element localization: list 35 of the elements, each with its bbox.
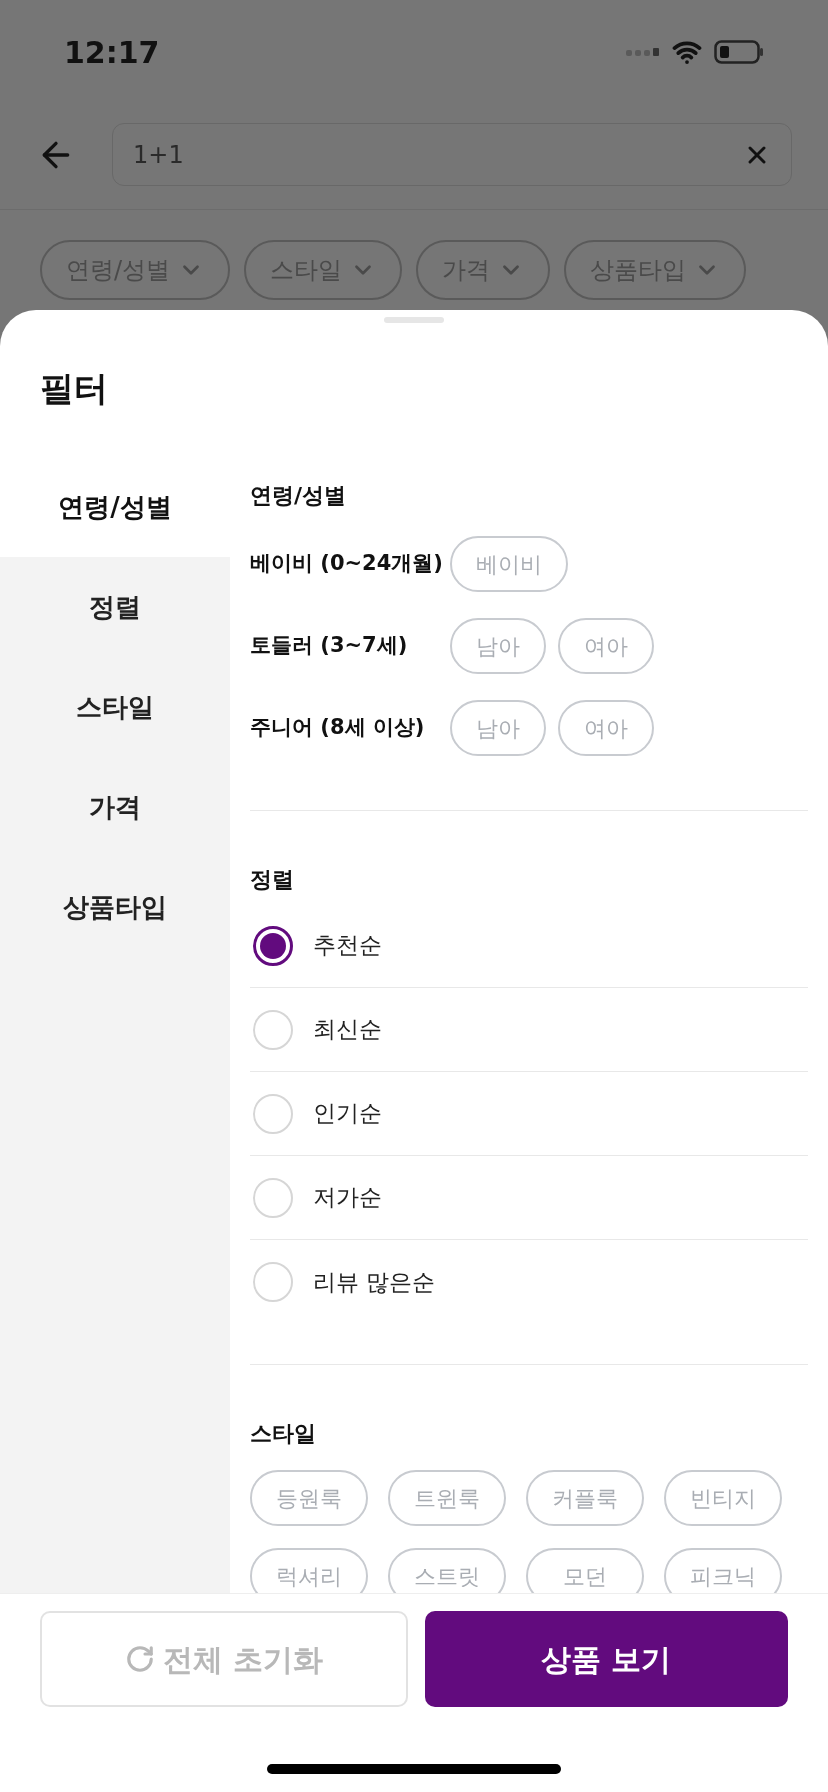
radio-button[interactable] [253, 925, 293, 966]
sort-option-label: 최신순 [313, 1015, 382, 1045]
section-title: 스타일 [250, 1420, 317, 1448]
search-field[interactable]: 1+1 [112, 123, 792, 186]
age-label: 주니어 (8세 이상) [250, 714, 426, 742]
option-chip[interactable]: 빈티지 [664, 1470, 782, 1526]
option-chip[interactable]: 남아 [450, 700, 546, 756]
option-chip[interactable]: 피크닉 [664, 1548, 782, 1593]
sheet-title: 필터 [40, 366, 108, 410]
option-chip[interactable]: 트윈룩 [388, 1470, 506, 1526]
option-chip[interactable]: 럭셔리 [250, 1548, 368, 1593]
sort-option-label: 저가순 [313, 1183, 382, 1213]
option-chip[interactable]: 등원룩 [250, 1470, 368, 1526]
option-chip[interactable]: 여아 [558, 618, 654, 674]
status-time: 12:17 [64, 33, 160, 72]
option-chip[interactable]: 모던 [526, 1548, 644, 1593]
category-item[interactable]: 연령/성별 [0, 457, 230, 557]
option-chip[interactable]: 스트릿 [388, 1548, 506, 1593]
age-label: 베이비 (0~24개월) [250, 550, 444, 578]
signal-icon [626, 47, 660, 57]
sort-option-label: 리뷰 많은순 [313, 1267, 436, 1297]
sort-option-label: 인기순 [313, 1099, 382, 1129]
refresh-icon [124, 1644, 155, 1674]
option-chip[interactable]: 베이비 [450, 536, 568, 592]
section-title: 연령/성별 [250, 482, 348, 510]
option-chip[interactable]: 커플룩 [526, 1470, 644, 1526]
search-value: 1+1 [133, 139, 184, 171]
drag-handle[interactable] [384, 317, 444, 323]
section-title: 정렬 [250, 866, 295, 894]
apply-button[interactable]: 상품 보기 [424, 1611, 788, 1707]
battery-icon [714, 39, 764, 65]
sort-option-label: 추천순 [313, 931, 382, 961]
option-chip[interactable]: 여아 [558, 700, 654, 756]
option-chip[interactable]: 남아 [450, 618, 546, 674]
age-label: 토들러 (3~7세) [250, 632, 409, 660]
